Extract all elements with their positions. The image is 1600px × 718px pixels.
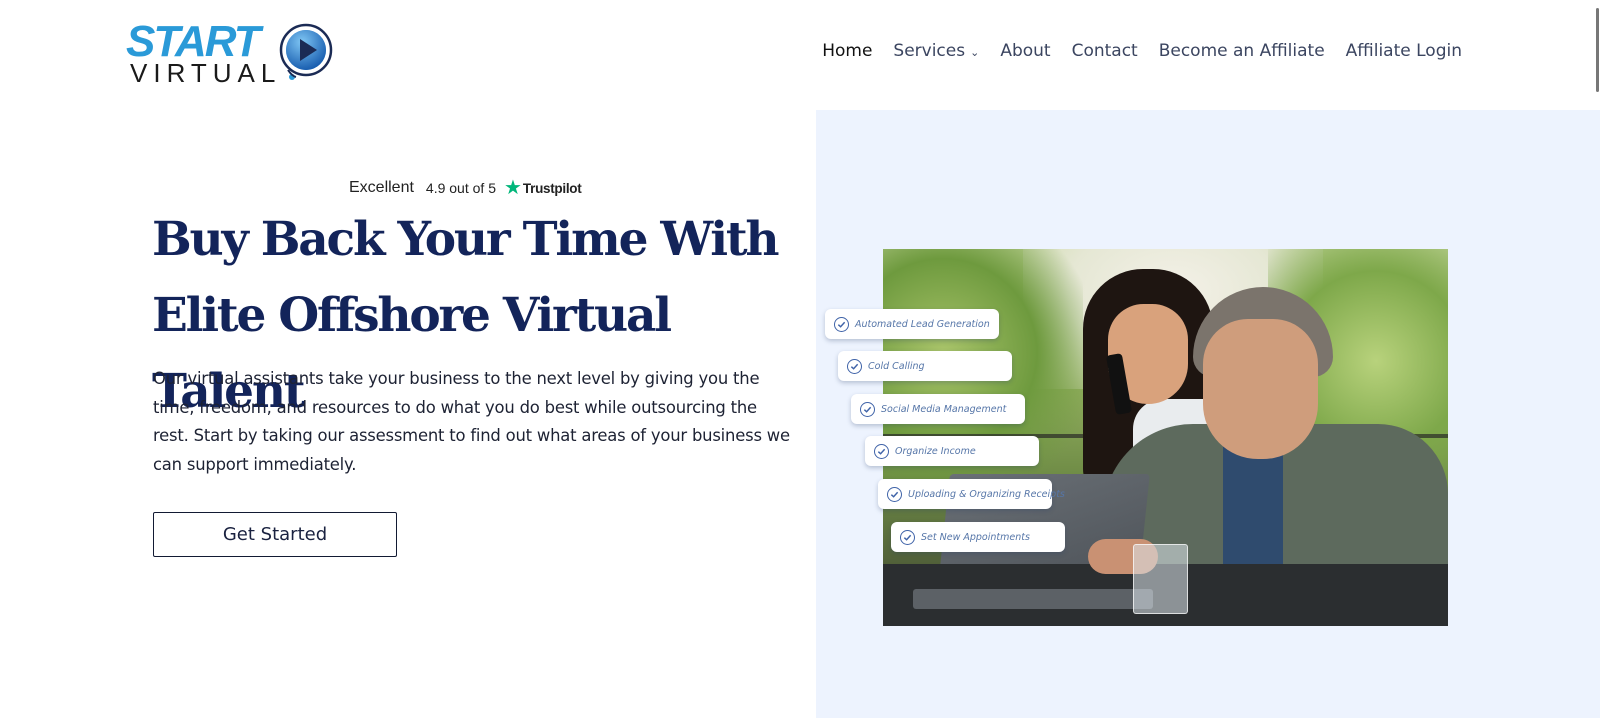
check-circle-icon <box>887 486 902 502</box>
play-icon <box>279 23 333 80</box>
task-label: Organize Income <box>895 445 976 457</box>
task-item: Uploading & Organizing Receipts <box>878 479 1065 509</box>
check-circle-icon <box>834 316 849 332</box>
headline-line-1: Buy Back Your Time With <box>152 212 780 267</box>
nav-services[interactable]: Services ⌄ <box>893 41 979 61</box>
hero-description: Our virtual assistants take your busines… <box>153 369 790 474</box>
trustpilot-brand: Trustpilot <box>522 180 582 196</box>
photo-glass <box>1133 544 1188 614</box>
trustpilot-rating[interactable]: Excellent 4.9 out of 5 ★ Trustpilot <box>349 177 582 199</box>
rating-score: 4.9 out of 5 <box>425 180 496 196</box>
chevron-down-icon: ⌄ <box>970 46 980 59</box>
photo-man-face <box>1203 319 1318 459</box>
check-circle-icon <box>860 401 875 417</box>
nav-contact[interactable]: Contact <box>1072 41 1138 61</box>
page-scrollbar[interactable] <box>1596 8 1599 92</box>
site-header: START VIRTUAL Home Services ⌄ About Cont… <box>0 0 1600 110</box>
nav-affiliate-login-label: Affiliate Login <box>1345 41 1462 61</box>
get-started-button[interactable]: Get Started <box>153 512 397 557</box>
task-label: Uploading & Organizing Receipts <box>908 488 1065 500</box>
nav-affiliate-login[interactable]: Affiliate Login <box>1346 41 1462 61</box>
nav-about[interactable]: About <box>1000 41 1050 61</box>
task-item: Cold Calling <box>838 351 1012 381</box>
task-label: Social Media Management <box>881 403 1007 415</box>
task-label: Set New Appointments <box>921 531 1030 543</box>
logo-text-virtual: VIRTUAL <box>130 58 282 88</box>
main-nav: Home Services ⌄ About Contact Become an … <box>801 41 1462 61</box>
nav-become-affiliate[interactable]: Become an Affiliate <box>1159 41 1325 61</box>
nav-home-label: Home <box>822 41 873 61</box>
task-item: Social Media Management <box>851 394 1025 424</box>
nav-about-label: About <box>1000 41 1051 61</box>
check-circle-icon <box>874 443 889 459</box>
nav-contact-label: Contact <box>1071 41 1138 61</box>
task-label: Automated Lead Generation <box>855 318 990 330</box>
nav-become-affiliate-label: Become an Affiliate <box>1158 41 1325 61</box>
nav-services-label: Services <box>893 41 966 61</box>
start-virtual-logo[interactable]: START VIRTUAL <box>126 20 336 88</box>
task-item: Set New Appointments <box>891 522 1065 552</box>
task-item: Organize Income <box>865 436 1039 466</box>
nav-home[interactable]: Home <box>822 41 872 61</box>
photo-laptop-base <box>913 589 1153 609</box>
check-circle-icon <box>900 529 915 545</box>
check-circle-icon <box>847 358 862 374</box>
task-item: Automated Lead Generation <box>825 309 999 339</box>
rating-label: Excellent <box>349 179 414 196</box>
task-label: Cold Calling <box>868 360 925 372</box>
trustpilot-star-icon: ★ <box>503 177 522 199</box>
